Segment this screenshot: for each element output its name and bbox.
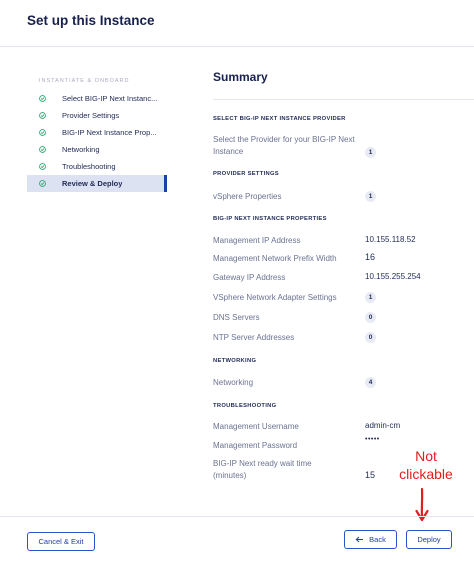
section-heading-provider-settings: PROVIDER SETTINGS: [213, 171, 279, 177]
wizard-footer: Cancel & Exit Back Deploy: [0, 516, 474, 566]
sidebar-heading: INSTANTIATE & ONBOARD: [39, 78, 130, 84]
sidebar-item-review-deploy[interactable]: Review & Deploy: [27, 175, 167, 192]
sidebar-item-label: Review & Deploy: [62, 179, 123, 188]
count-badge[interactable]: 0: [365, 332, 376, 343]
row-label-vsphere-properties: vSphere Properties: [213, 192, 282, 201]
check-circle-icon: [39, 146, 53, 153]
count-badge[interactable]: 1: [365, 191, 376, 202]
row-label-management-username: Management Username: [213, 422, 299, 431]
row-label-dns-servers: DNS Servers: [213, 313, 260, 322]
summary-divider: [213, 99, 474, 100]
back-button-label: Back: [369, 535, 386, 544]
sidebar-item-label: Troubleshooting: [62, 162, 116, 171]
section-heading-provider: SELECT BIG-IP NEXT INSTANCE PROVIDER: [213, 116, 346, 122]
sidebar-item-select-provider[interactable]: Select BIG-IP Next Instanc...: [27, 90, 167, 107]
count-badge[interactable]: 1: [365, 147, 376, 158]
value-management-username: admin-cm: [365, 421, 401, 430]
row-label-network-adapter: VSphere Network Adapter Settings: [213, 293, 337, 302]
row-label-wait-time: BIG-IP Next ready wait time (minutes): [213, 459, 312, 480]
page-header: Set up this Instance: [0, 0, 474, 47]
value-wait-time: 15: [365, 470, 376, 480]
annotation-line: Not: [415, 448, 437, 464]
arrow-left-icon: [355, 536, 364, 543]
sidebar-item-networking[interactable]: Networking: [27, 141, 167, 158]
wizard-sidebar: INSTANTIATE & ONBOARD Select BIG-IP Next…: [27, 78, 167, 192]
value-management-ip: 10.155.118.52: [365, 235, 416, 244]
summary-panel: Summary: [213, 70, 474, 90]
check-circle-icon: [39, 95, 53, 102]
summary-title: Summary: [213, 70, 268, 84]
cancel-exit-button[interactable]: Cancel & Exit: [27, 532, 95, 551]
count-badge[interactable]: 4: [365, 377, 376, 388]
page-title: Set up this Instance: [27, 13, 155, 28]
sidebar-item-label: Select BIG-IP Next Instanc...: [62, 94, 158, 103]
not-clickable-annotation: Not clickable: [394, 447, 458, 483]
count-badge[interactable]: 1: [365, 292, 376, 303]
value-gateway-ip: 10.155.255.254: [365, 272, 421, 281]
sidebar-item-provider-settings[interactable]: Provider Settings: [27, 107, 167, 124]
back-button[interactable]: Back: [344, 530, 397, 549]
deploy-button[interactable]: Deploy: [406, 530, 452, 549]
sidebar-item-label: Provider Settings: [62, 111, 120, 120]
value-management-password: •••••: [365, 436, 380, 443]
sidebar-item-instance-properties[interactable]: BIG-IP Next Instance Prop...: [27, 124, 167, 141]
sidebar-item-label: Networking: [62, 145, 100, 154]
section-heading-networking: NETWORKING: [213, 358, 257, 364]
check-circle-icon: [39, 163, 53, 170]
section-heading-instance-properties: BIG-IP NEXT INSTANCE PROPERTIES: [213, 216, 327, 222]
value-prefix-width: 16: [365, 252, 376, 262]
section-heading-troubleshooting: TROUBLESHOOTING: [213, 403, 277, 409]
row-label-gateway-ip: Gateway IP Address: [213, 273, 286, 282]
row-label-ntp-servers: NTP Server Addresses: [213, 333, 295, 342]
check-circle-icon: [39, 112, 53, 119]
sidebar-item-troubleshooting[interactable]: Troubleshooting: [27, 158, 167, 175]
annotation-line: clickable: [399, 466, 453, 482]
row-label-prefix-width: Management Network Prefix Width: [213, 254, 337, 263]
check-circle-icon: [39, 129, 53, 136]
row-label-provider: Select the Provider for your BIG-IP Next…: [213, 135, 355, 156]
check-circle-icon: [39, 180, 53, 187]
sidebar-item-label: BIG-IP Next Instance Prop...: [62, 128, 157, 137]
row-label-networking: Networking: [213, 378, 254, 387]
count-badge[interactable]: 0: [365, 312, 376, 323]
row-label-management-password: Management Password: [213, 441, 298, 450]
row-label-management-ip: Management IP Address: [213, 236, 301, 245]
